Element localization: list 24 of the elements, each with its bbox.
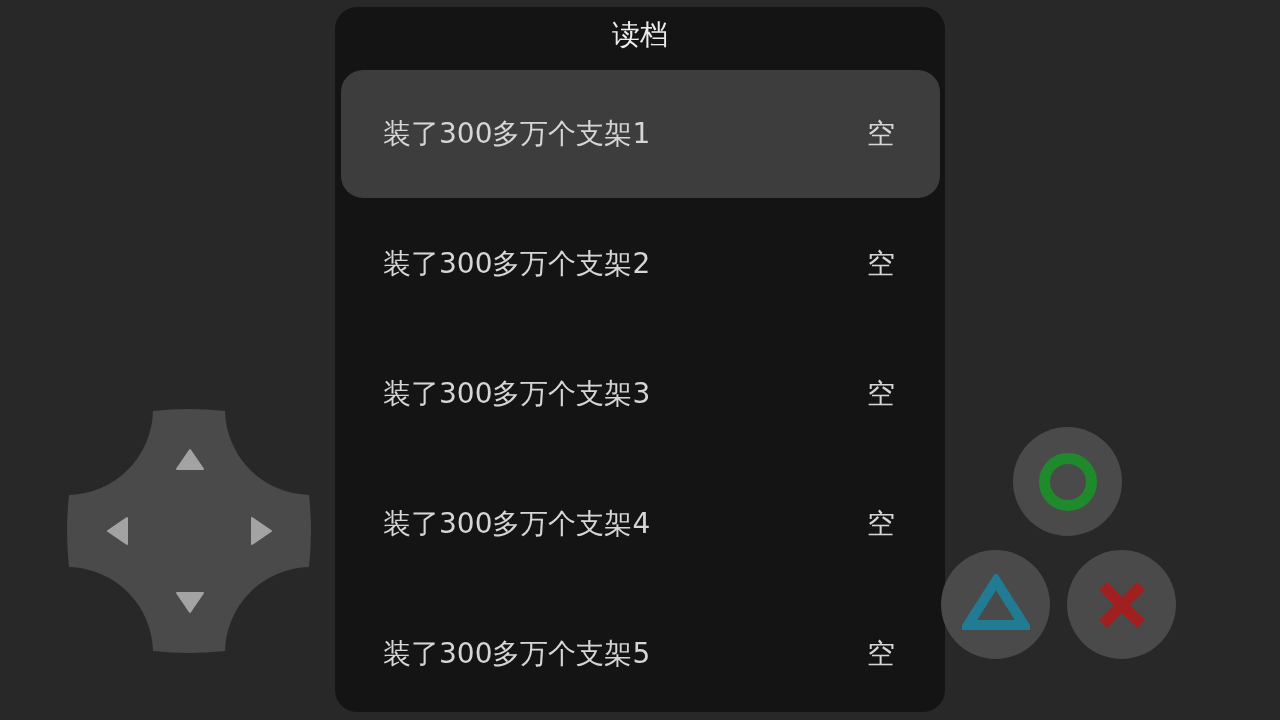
slot-name: 装了300多万个支架4 — [383, 506, 651, 542]
ring-icon — [1038, 452, 1097, 511]
slot-status: 空 — [867, 376, 895, 412]
slot-name: 装了300多万个支架5 — [383, 636, 651, 672]
down-arrow-icon[interactable] — [176, 592, 204, 613]
triangle-icon — [961, 573, 1030, 630]
save-slot[interactable]: 装了300多万个支架3 空 — [341, 330, 940, 458]
up-arrow-icon[interactable] — [176, 449, 204, 470]
dialog-title: 读档 — [612, 19, 668, 51]
dpad[interactable] — [67, 409, 311, 653]
slot-name: 装了300多万个支架2 — [383, 246, 651, 282]
slot-status: 空 — [867, 116, 895, 152]
left-arrow-icon[interactable] — [107, 517, 128, 545]
save-slot[interactable]: 装了300多万个支架5 空 — [341, 590, 940, 712]
save-slot[interactable]: 装了300多万个支架1 空 — [341, 70, 940, 198]
slot-status: 空 — [867, 246, 895, 282]
save-slot[interactable]: 装了300多万个支架4 空 — [341, 460, 940, 588]
slot-name: 装了300多万个支架3 — [383, 376, 651, 412]
slot-status: 空 — [867, 636, 895, 672]
cross-icon — [1098, 581, 1145, 628]
save-slot[interactable]: 装了300多万个支架2 空 — [341, 200, 940, 328]
slot-status: 空 — [867, 506, 895, 542]
right-arrow-icon[interactable] — [251, 517, 272, 545]
slot-name: 装了300多万个支架1 — [383, 116, 651, 152]
